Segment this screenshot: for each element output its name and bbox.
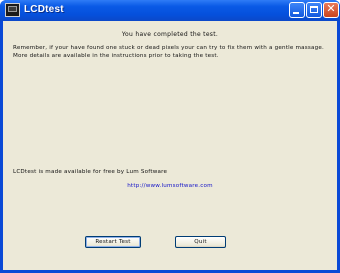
close-button[interactable]: ✕ <box>323 2 339 18</box>
completion-heading: You have completed the test. <box>121 31 219 38</box>
maximize-icon <box>310 6 318 13</box>
window-title: LCDtest <box>24 4 64 15</box>
app-window: LCDtest ✕ You have completed the test. R… <box>0 0 340 273</box>
maximize-button[interactable] <box>306 2 322 18</box>
instructions-message: Remember, if your have found one stuck o… <box>13 45 324 59</box>
dialog-body: You have completed the test. Remember, i… <box>3 21 337 270</box>
quit-button[interactable]: Quit <box>175 236 226 248</box>
free-availability-note: LCDtest is made available for free by Lu… <box>13 169 168 175</box>
close-icon: ✕ <box>326 2 336 15</box>
minimize-icon <box>293 12 299 14</box>
title-bar[interactable]: LCDtest ✕ <box>0 0 340 21</box>
website-link[interactable]: http://www.lumsoftware.com <box>3 183 337 189</box>
minimize-button[interactable] <box>289 2 305 18</box>
app-icon <box>5 3 20 17</box>
restart-test-button[interactable]: Restart Test <box>85 236 141 248</box>
